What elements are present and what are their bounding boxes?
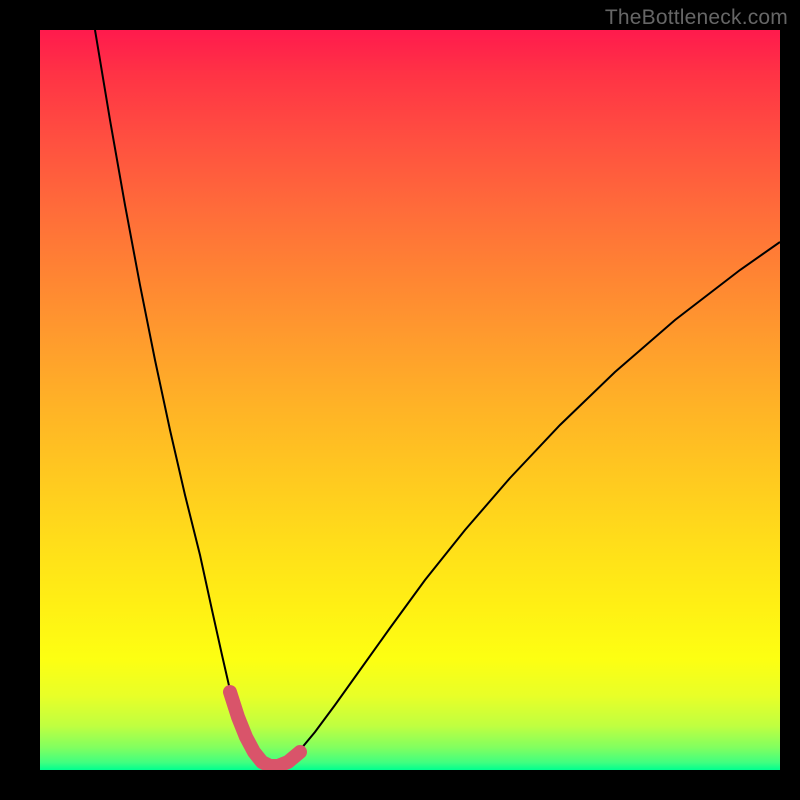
bottleneck-curve <box>95 30 780 764</box>
curve-layer <box>40 30 780 770</box>
min-marker <box>230 692 300 766</box>
watermark-text: TheBottleneck.com <box>605 6 788 30</box>
plot-area <box>40 30 780 770</box>
chart-frame: TheBottleneck.com <box>0 0 800 800</box>
